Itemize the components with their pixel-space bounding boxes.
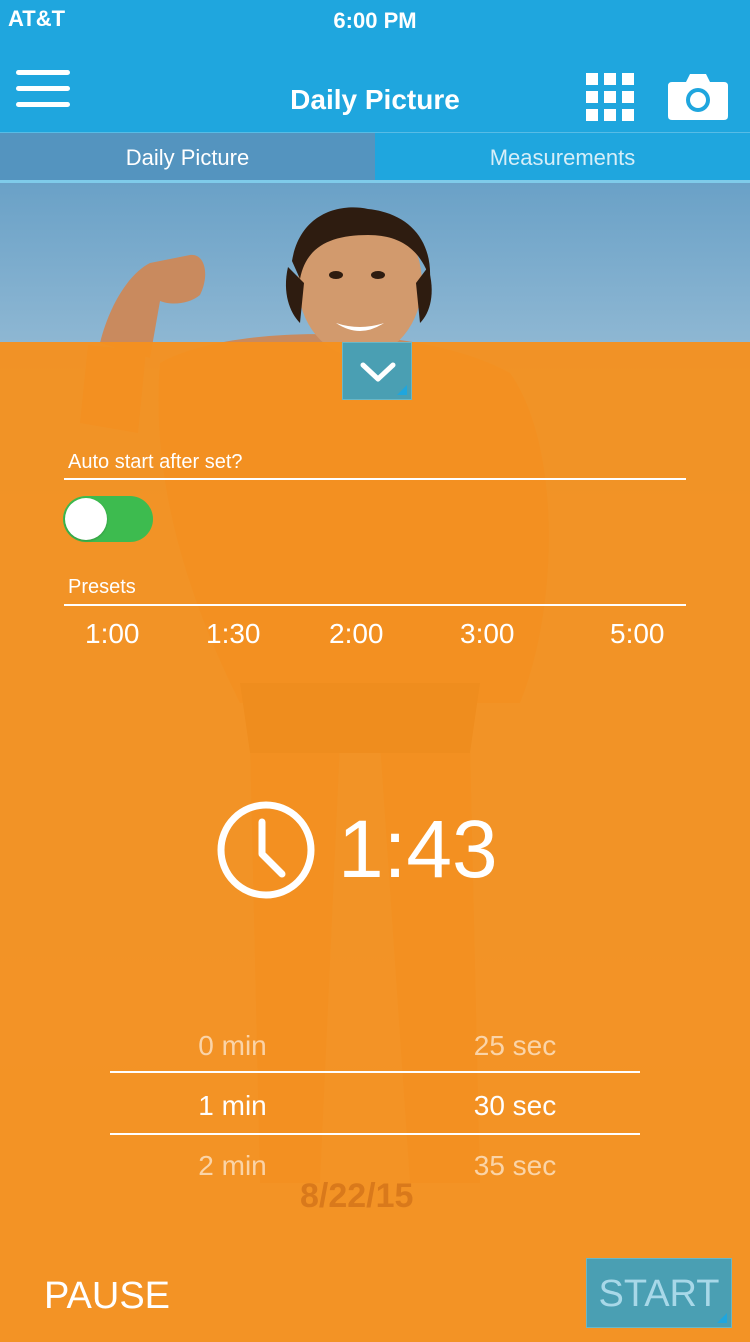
tab-measurements[interactable]: Measurements (375, 133, 750, 183)
picker-minutes-option: 2 min (198, 1150, 267, 1181)
picker-seconds-option: 25 sec (473, 1030, 557, 1061)
app-screen: AT&T 6:00 PM Daily Picture Daily Picture… (0, 0, 750, 1342)
preset-5-00[interactable]: 5:00 (610, 618, 665, 650)
picker-minutes-selected: 1 min (198, 1090, 267, 1121)
divider-presets (64, 604, 686, 606)
picker-selection-bottom (110, 1133, 640, 1135)
status-bar: AT&T 6:00 PM (0, 0, 750, 40)
corner-indicator (717, 1313, 727, 1323)
start-button[interactable]: START (586, 1258, 732, 1328)
preset-2-00[interactable]: 2:00 (329, 618, 384, 650)
preset-3-00[interactable]: 3:00 (460, 618, 515, 650)
preset-1-30[interactable]: 1:30 (206, 618, 261, 650)
clock-icon (217, 801, 315, 899)
countdown-display: 1:43 (216, 800, 536, 900)
start-button-label: START (598, 1273, 720, 1315)
tab-underline (0, 180, 750, 183)
auto-start-toggle[interactable] (63, 496, 153, 542)
nav-bar: Daily Picture (0, 40, 750, 132)
picker-seconds-option: 35 sec (473, 1150, 557, 1181)
timer-value: 1:43 (338, 804, 498, 895)
page-title: Daily Picture (290, 84, 460, 115)
chevron-down-icon (360, 362, 396, 382)
preset-1-00[interactable]: 1:00 (85, 618, 140, 650)
tab-bar: Daily Picture Measurements (0, 132, 750, 183)
auto-start-label: Auto start after set? (68, 451, 243, 473)
camera-icon[interactable] (668, 70, 728, 120)
status-time: 6:00 PM (333, 8, 417, 33)
pause-button[interactable]: PAUSE (44, 1275, 170, 1318)
divider-auto-start (64, 478, 686, 480)
toggle-knob (65, 498, 107, 540)
tab-daily-picture[interactable]: Daily Picture (0, 133, 375, 183)
picker-row-next[interactable]: 2 min 35 sec (110, 1138, 640, 1194)
presets-label: Presets (68, 576, 136, 598)
picker-row-prev[interactable]: 0 min 25 sec (110, 1018, 640, 1074)
corner-indicator (397, 385, 407, 395)
collapse-panel-button[interactable] (342, 342, 412, 400)
picker-minutes-option: 0 min (198, 1030, 267, 1061)
picker-row-selected[interactable]: 1 min 30 sec (110, 1078, 640, 1134)
picker-selection-top (110, 1071, 640, 1073)
picker-seconds-selected: 30 sec (473, 1090, 557, 1121)
grid-icon[interactable] (586, 73, 634, 121)
